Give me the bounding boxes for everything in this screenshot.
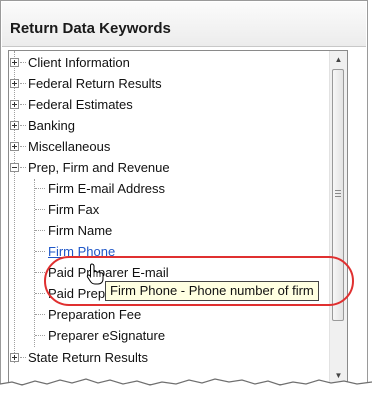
tree-item-label: Client Information xyxy=(28,55,130,70)
tree-child-firm-fax[interactable]: Firm Fax xyxy=(9,199,319,220)
tree-item-label: Firm Fax xyxy=(48,202,100,217)
tree-child-firm-name[interactable]: Firm Name xyxy=(9,220,319,241)
panel-header: Return Data Keywords xyxy=(2,2,366,47)
plus-box-icon[interactable] xyxy=(10,79,19,88)
plus-box-icon[interactable] xyxy=(10,353,19,362)
plus-box-icon[interactable] xyxy=(10,142,19,151)
tree-item-label: Federal Return Results xyxy=(28,76,162,91)
tree-item-client-information[interactable]: Client Information xyxy=(9,52,319,73)
tree-item-label: Firm E-mail Address xyxy=(48,181,166,196)
torn-edge-decoration xyxy=(0,378,372,394)
tree-item-label: Federal Estimates xyxy=(28,97,133,112)
return-data-keywords-panel: Return Data Keywords Client Information … xyxy=(0,0,368,392)
tree-item-label: Preparation Fee xyxy=(48,307,142,322)
tree-item-label: Banking xyxy=(28,118,75,133)
tree-item-label: State Return Results xyxy=(28,350,148,365)
tree-item-state-return-results[interactable]: State Return Results xyxy=(9,347,319,368)
plus-box-icon[interactable] xyxy=(10,121,19,130)
hand-pointer-icon xyxy=(86,263,104,285)
tree-item-prep-firm-and-revenue[interactable]: Prep, Firm and Revenue xyxy=(9,157,319,178)
tree-item-label: Miscellaneous xyxy=(28,139,111,154)
tree-item-banking[interactable]: Banking xyxy=(9,115,319,136)
keyword-tree[interactable]: Client Information Federal Return Result… xyxy=(8,50,348,385)
plus-box-icon[interactable] xyxy=(10,58,19,67)
tree-item-label: Preparer eSignature xyxy=(48,328,166,343)
tree-item-label: Prep, Firm and Revenue xyxy=(28,160,170,175)
vertical-scrollbar[interactable]: ▲ ▼ xyxy=(329,51,347,384)
tree-child-firm-email-address[interactable]: Firm E-mail Address xyxy=(9,178,319,199)
tree-item-federal-estimates[interactable]: Federal Estimates xyxy=(9,94,319,115)
tree-item-label: Firm Name xyxy=(48,223,113,238)
plus-box-icon[interactable] xyxy=(10,100,19,109)
tree-item-miscellaneous[interactable]: Miscellaneous xyxy=(9,136,319,157)
tree-item-federal-return-results[interactable]: Federal Return Results xyxy=(9,73,319,94)
tree-child-preparation-fee[interactable]: Preparation Fee xyxy=(9,304,319,325)
panel-title: Return Data Keywords xyxy=(10,20,171,37)
tree-child-preparer-esignature[interactable]: Preparer eSignature xyxy=(9,325,319,346)
minus-box-icon[interactable] xyxy=(10,163,19,172)
up-arrow-icon[interactable]: ▲ xyxy=(330,51,347,68)
